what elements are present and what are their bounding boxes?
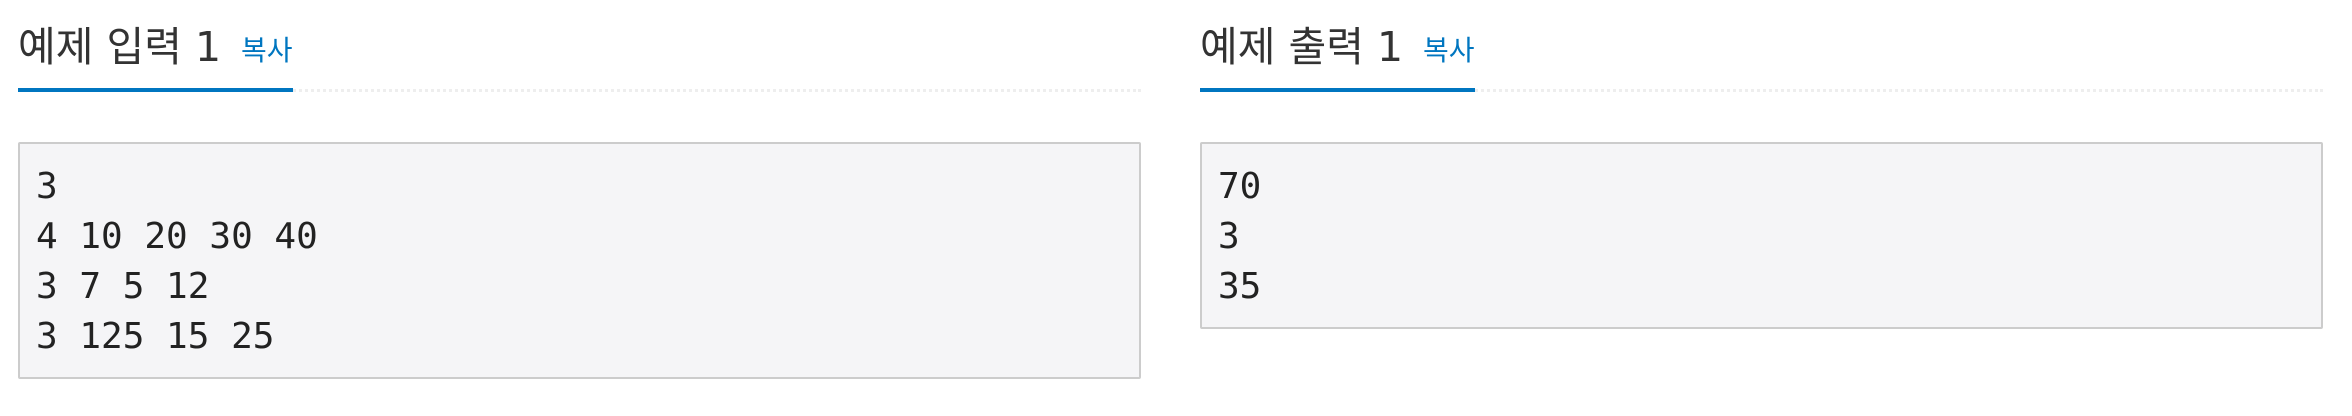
sample-output-data[interactable]: 70 3 35: [1200, 142, 2323, 329]
sample-output-headline: 예제 출력 1 복사: [1200, 0, 2323, 92]
sample-output-heading: 예제 출력 1 복사: [1200, 0, 1475, 92]
sample-input-line: 3 7 5 12: [36, 266, 210, 307]
sample-output-section: 예제 출력 1 복사 70 3 35: [1200, 0, 2323, 329]
sample-input-section: 예제 입력 1 복사 3 4 10 20 30 40 3 7 5 12 3 12…: [18, 0, 1141, 379]
sample-input-title: 예제 입력 1: [18, 23, 222, 71]
sample-output-title: 예제 출력 1: [1200, 23, 1404, 71]
sample-input-line: 3: [36, 166, 58, 207]
copy-input-button[interactable]: 복사: [241, 37, 293, 68]
sample-input-data[interactable]: 3 4 10 20 30 40 3 7 5 12 3 125 15 25: [18, 142, 1141, 379]
sample-input-line: 4 10 20 30 40: [36, 216, 318, 257]
sample-input-line: 3 125 15 25: [36, 316, 275, 357]
sample-output-line: 35: [1218, 266, 1262, 307]
sample-input-headline: 예제 입력 1 복사: [18, 0, 1141, 92]
sample-output-line: 70: [1218, 166, 1262, 207]
sample-output-line: 3: [1218, 216, 1240, 257]
copy-output-button[interactable]: 복사: [1423, 37, 1475, 68]
sample-input-heading: 예제 입력 1 복사: [18, 0, 293, 92]
